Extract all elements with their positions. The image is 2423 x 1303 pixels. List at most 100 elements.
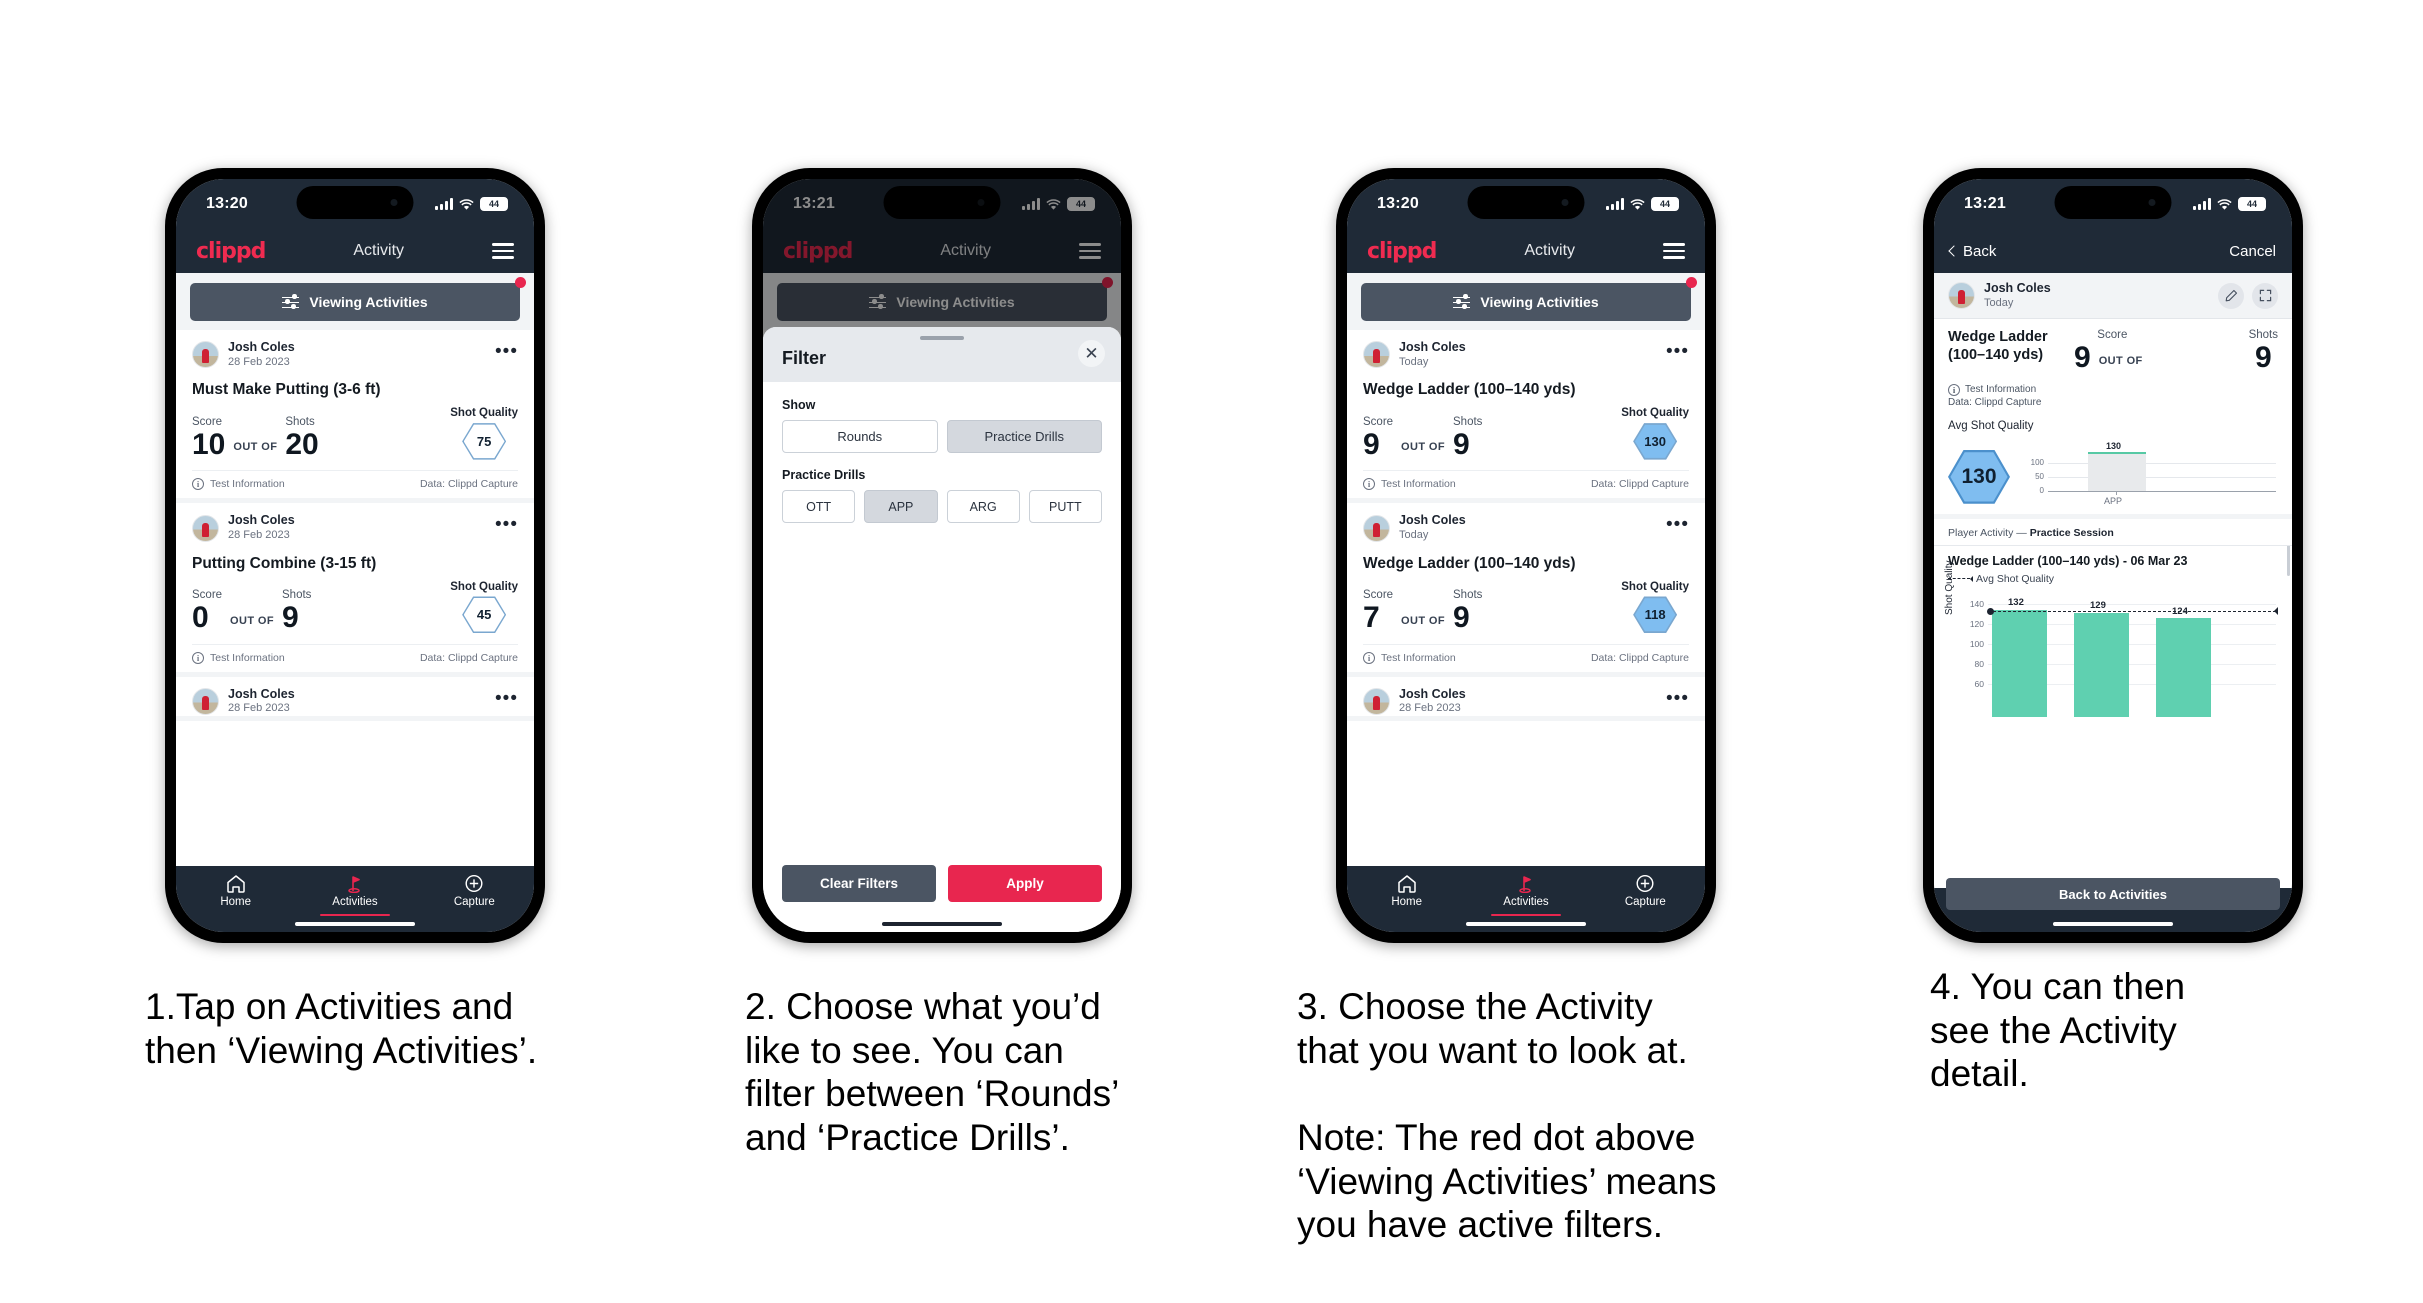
activity-card[interactable]: Josh Coles 28 Feb 2023 ••• <box>1347 677 1705 722</box>
shots-metric: Shots 9 <box>282 589 311 634</box>
option-rounds[interactable]: Rounds <box>782 420 938 453</box>
info-icon: i <box>192 651 204 664</box>
legend-label: Avg Shot Quality <box>1976 572 2055 585</box>
menu-icon[interactable] <box>1662 243 1685 259</box>
test-information[interactable]: i Test Information <box>192 651 285 664</box>
card-metrics: Score 0 OUT OF Shots 9 Shot Quality 45 <box>192 575 518 644</box>
shot-quality-label: Shot Quality <box>450 407 518 420</box>
shot-quality-metric: Shot Quality 75 <box>450 407 518 460</box>
activity-list[interactable]: Josh Coles Today ••• Wedge Ladder (100–1… <box>1347 330 1705 866</box>
scrollbar[interactable] <box>2287 545 2290 576</box>
activity-card[interactable]: Josh Coles Today ••• Wedge Ladder (100–1… <box>1347 503 1705 677</box>
pencil-icon[interactable] <box>2218 282 2244 309</box>
test-information[interactable]: i Test Information <box>1363 478 1456 491</box>
out-of-label: OUT OF <box>2098 354 2143 367</box>
detail-user-row: Josh Coles Today <box>1934 273 2292 320</box>
ytick-120: 120 <box>1969 618 1984 629</box>
back-button[interactable]: Back <box>1948 243 1996 260</box>
tab-activities[interactable]: Activities <box>296 874 414 916</box>
activity-title: Wedge Ladder (100–140 yds) <box>1363 554 1576 572</box>
tab-activities-label: Activities <box>1503 896 1549 908</box>
tab-home[interactable]: Home <box>1348 874 1466 908</box>
clear-filters-button[interactable]: Clear Filters <box>782 865 936 902</box>
tab-activities-label: Activities <box>332 896 378 908</box>
close-icon[interactable]: ✕ <box>1078 340 1105 367</box>
activity-card[interactable]: Josh Coles 28 Feb 2023 ••• <box>176 677 534 722</box>
plus-circle-icon <box>465 874 483 893</box>
viewing-activities-label: Viewing Activities <box>1480 294 1599 310</box>
golf-flag-icon <box>1519 876 1531 893</box>
tab-home[interactable]: Home <box>177 874 295 908</box>
tab-capture-label: Capture <box>1624 896 1666 908</box>
more-options-icon[interactable]: ••• <box>495 342 518 361</box>
tab-activities[interactable]: Activities <box>1467 874 1585 916</box>
avg-shot-quality-block: Avg Shot Quality 130 100 50 0 130 APP <box>1934 408 2292 514</box>
tab-home-label: Home <box>220 896 251 908</box>
more-options-icon[interactable]: ••• <box>495 515 518 534</box>
user-name: Josh Coles <box>228 340 295 354</box>
option-ott[interactable]: OTT <box>782 490 856 523</box>
cancel-button[interactable]: Cancel <box>2229 243 2276 260</box>
data-source-label: Data: Clippd Capture <box>419 651 518 664</box>
score-metric: Score 9 <box>1363 416 1393 461</box>
drill-options: OTT APP ARG PUTT <box>782 490 1102 523</box>
menu-icon[interactable] <box>491 243 514 259</box>
activity-card[interactable]: Josh Coles 28 Feb 2023 ••• Putting Combi… <box>176 503 534 677</box>
shot-quality-label: Shot Quality <box>1621 580 1689 593</box>
section-prefix: Player Activity — <box>1948 526 2030 539</box>
info-icon: i <box>1363 478 1375 491</box>
option-putt[interactable]: PUTT <box>1028 490 1102 523</box>
apply-button[interactable]: Apply <box>948 865 1102 902</box>
expand-icon[interactable] <box>2252 282 2278 309</box>
chart-legend: Avg Shot Quality <box>1948 573 2278 585</box>
test-information-label: Test Information <box>1381 651 1456 664</box>
activity-card[interactable]: Josh Coles 28 Feb 2023 ••• Must Make Put… <box>176 330 534 504</box>
more-options-icon[interactable]: ••• <box>1666 689 1689 708</box>
back-to-activities-button[interactable]: Back to Activities <box>1946 878 2280 910</box>
shot-quality-metric: Shot Quality 45 <box>450 581 518 634</box>
drag-handle[interactable] <box>920 336 964 340</box>
shots-metric: Shots 9 <box>1453 589 1482 634</box>
activity-title: Putting Combine (3-15 ft) <box>192 554 377 572</box>
score-value: 7 <box>1363 601 1380 635</box>
more-options-icon[interactable]: ••• <box>1666 515 1689 534</box>
test-information[interactable]: i Test Information <box>1934 378 2292 396</box>
score-value: 9 <box>2074 341 2091 375</box>
dynamic-island <box>296 186 414 219</box>
activity-card[interactable]: Josh Coles Today ••• Wedge Ladder (100–1… <box>1347 330 1705 504</box>
tab-capture[interactable]: Capture <box>415 874 533 908</box>
shot-quality-hexagon: 45 <box>462 596 507 634</box>
user-name: Josh Coles <box>228 513 295 528</box>
score-label: Score <box>2097 329 2128 342</box>
viewing-activities-button[interactable]: Viewing Activities <box>1361 283 1691 321</box>
shot-quality-value: 118 <box>1644 607 1666 623</box>
option-arg[interactable]: ARG <box>946 490 1020 523</box>
shot-quality-hexagon: 118 <box>1633 596 1678 634</box>
test-information[interactable]: i Test Information <box>1363 651 1456 664</box>
bar-value-1: 132 <box>2008 596 2024 608</box>
mini-ytick-100: 100 <box>2030 457 2044 467</box>
home-indicator <box>295 921 415 926</box>
test-information[interactable]: i Test Information <box>192 478 285 491</box>
clippd-logo: clippd <box>1367 238 1437 264</box>
more-options-icon[interactable]: ••• <box>1666 342 1689 361</box>
viewing-activities-button[interactable]: Viewing Activities <box>190 283 520 321</box>
avatar <box>192 514 219 542</box>
ytick-100: 100 <box>1969 638 1984 649</box>
tab-capture[interactable]: Capture <box>1586 874 1704 908</box>
option-app[interactable]: APP <box>864 490 938 523</box>
more-options-icon[interactable]: ••• <box>495 689 518 708</box>
score-value: 10 <box>192 427 226 461</box>
shot-quality-metric: Shot Quality 130 <box>1621 407 1689 460</box>
activity-title: Wedge Ladder (100–140 yds) <box>1363 381 1576 399</box>
option-practice-drills[interactable]: Practice Drills <box>946 420 1102 453</box>
battery-icon: 44 <box>480 197 508 211</box>
avg-shot-quality-hexagon: 130 <box>1948 449 2010 505</box>
card-header: Josh Coles 28 Feb 2023 ••• <box>1363 687 1689 716</box>
activity-list[interactable]: Josh Coles 28 Feb 2023 ••• Must Make Put… <box>176 330 534 866</box>
score-label: Score <box>192 589 223 602</box>
active-filter-dot <box>515 277 526 288</box>
home-indicator <box>882 921 1002 926</box>
shots-value: 9 <box>1453 427 1470 461</box>
avg-shot-quality-label: Avg Shot Quality <box>1948 419 2034 432</box>
